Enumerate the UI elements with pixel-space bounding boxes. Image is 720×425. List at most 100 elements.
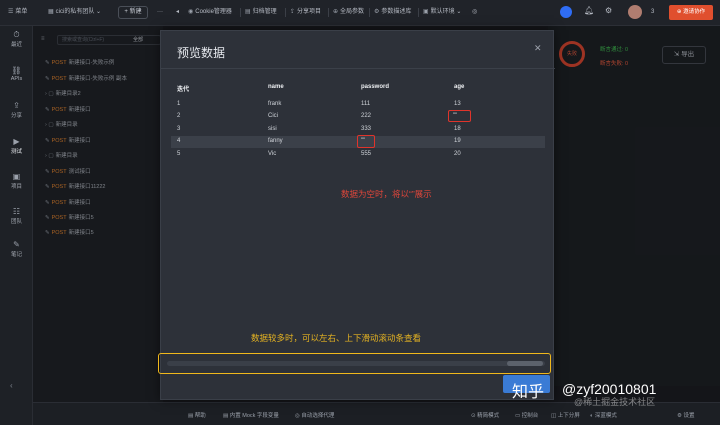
environment-icon: ▣ [423, 9, 429, 15]
nav-apis[interactable]: ⛓ APIs [0, 66, 33, 82]
link-icon: ⛓ [11, 66, 22, 75]
help-link[interactable]: ▤ 帮助 [188, 411, 206, 419]
test-icon: ▶ [13, 137, 20, 146]
table-cell: Cici [268, 113, 278, 119]
scrollbar-thumb[interactable] [507, 361, 543, 366]
nav-test[interactable]: ▶ 测试 [0, 137, 33, 155]
table-cell: 20 [454, 151, 461, 157]
divider [369, 8, 370, 17]
chevron-down-icon: ⌄ [96, 9, 102, 15]
modal-title: 预览数据 [177, 46, 226, 60]
bell-icon[interactable]: 🔔︎ [584, 6, 594, 15]
table-cell: 4 [177, 138, 181, 144]
split-icon: ◫ [551, 413, 557, 419]
table-cell: Vic [268, 151, 277, 157]
table-cell: 3 [177, 126, 181, 132]
archive-icon: ▤ [245, 9, 251, 15]
table-cell: 19 [454, 138, 461, 144]
avatar[interactable] [628, 5, 642, 19]
divider [161, 68, 555, 69]
table-cell: fanny [268, 138, 283, 144]
team-icon: ☷ [12, 207, 21, 216]
table-cell: 18 [454, 126, 461, 132]
compact-mode-toggle[interactable]: ⊙ 精简模式 [471, 411, 499, 419]
nav-left-icon[interactable]: ◂ [176, 8, 179, 17]
nav-param-library[interactable]: ⚙ 参数描述库 [374, 8, 411, 17]
plus-icon: + [124, 9, 128, 15]
table-cell: 1 [177, 101, 181, 107]
help-icon: ▤ [188, 413, 194, 419]
gear-icon: ⚙ [374, 9, 380, 15]
table-cell: 5 [177, 151, 181, 157]
console-toggle[interactable]: ▭ 控制台 [515, 411, 538, 419]
nav-cookie-manager[interactable]: ◉ Cookie管理器 [188, 8, 232, 17]
nav-global-params[interactable]: ⊕ 全局参数 [333, 8, 364, 17]
nav-share[interactable]: ⇪ 分享 [0, 101, 33, 119]
annotation-scroll-hint: 数据较多时，可以左右、上下滑动滚动条查看 [251, 333, 422, 343]
empty-value-highlight [448, 110, 471, 122]
horizontal-scrollbar[interactable] [167, 361, 545, 366]
table-cell: 555 [361, 151, 372, 157]
clock-icon: ⏱ [13, 30, 20, 39]
note-icon: ✎ [13, 240, 20, 249]
nav-project[interactable]: ▣ 项目 [0, 172, 33, 190]
table-cell: 333 [361, 126, 372, 132]
menu-button[interactable]: ☰ 菜单 [8, 8, 27, 17]
cookie-icon: ◉ [188, 9, 194, 15]
menu-icon: ☰ [8, 9, 14, 15]
divider [328, 8, 329, 17]
divider [240, 8, 241, 17]
table-cell: 222 [361, 113, 372, 119]
nav-team[interactable]: ☷ 团队 [0, 207, 33, 225]
split-view-toggle[interactable]: ◫ 上下分屏 [551, 411, 580, 419]
nav-share-project[interactable]: ⇪ 分享项目 [290, 8, 321, 17]
new-button[interactable]: + 新建 [118, 6, 148, 19]
team-icon: ▦ [48, 9, 54, 15]
invite-button[interactable]: ⊕ 邀请协作 [669, 5, 713, 20]
collapse-icon[interactable]: ‹ [10, 381, 13, 390]
table-cell: 111 [361, 101, 371, 107]
divider [285, 8, 286, 17]
sync-icon[interactable] [560, 6, 572, 18]
table-cell: frank [268, 101, 282, 107]
table-cell: sisi [268, 126, 277, 132]
settings-link[interactable]: ⚙ 设置 [677, 411, 694, 419]
dark-mode-toggle[interactable]: ◐ 深蓝模式 [590, 411, 617, 419]
watermark-sub: @稀土掘金技术社区 [574, 397, 656, 407]
empty-value-highlight [357, 135, 375, 148]
share-icon: ⇪ [290, 9, 296, 15]
settings-icon: ⚙ [677, 413, 682, 419]
table-cell: 2 [177, 113, 181, 119]
eye-icon[interactable]: ◎ [472, 8, 477, 17]
member-count: 3 [651, 9, 655, 15]
top-bar: ☰ 菜单 ▦ cici的私有团队 ⌄ + 新建 ··· ◂ ◉ Cookie管理器 ▤… [0, 0, 720, 26]
preview-data-modal: 预览数据 ✕ 迭代 name password age 1 frank 111 … [160, 30, 555, 400]
nav-notes[interactable]: ✎ 笔记 [0, 240, 33, 258]
settings-icon[interactable]: ⚙ [605, 6, 612, 15]
watermark-brand: 知乎 [512, 384, 545, 401]
scrollbar-highlight [158, 353, 551, 374]
auto-proxy-toggle[interactable]: ◎ 自动选择代理 [295, 411, 334, 419]
left-nav: ⏱ 最近 ⛓ APIs ⇪ 分享 ▶ 测试 ▣ 项目 ☷ 团队 ✎ 笔记 ‹ [0, 26, 33, 425]
column-header: age [454, 84, 465, 90]
user-plus-icon: ⊕ [676, 9, 682, 15]
column-header: name [268, 84, 284, 90]
theme-icon: ◐ [590, 413, 594, 419]
console-icon: ▭ [515, 413, 521, 419]
annotation-empty-data: 数据为空时，将以“”展示 [341, 189, 432, 199]
table-cell: 13 [454, 101, 461, 107]
mock-icon: ▤ [223, 413, 229, 419]
globe-icon: ⊕ [333, 9, 339, 15]
close-icon[interactable]: ✕ [534, 43, 542, 54]
nav-default-env[interactable]: ▣ 默认环境 ⌄ [423, 8, 461, 17]
share-icon: ⇪ [13, 101, 20, 110]
mock-variables-link[interactable]: ▤ 内置 Mock 字段变量 [223, 411, 279, 419]
folder-icon: ▣ [12, 172, 21, 181]
compact-icon: ⊙ [471, 413, 476, 419]
nav-archive[interactable]: ▤ 归档管理 [245, 8, 277, 17]
column-header: 迭代 [177, 87, 190, 93]
more-button[interactable]: ··· [157, 8, 163, 17]
nav-recent[interactable]: ⏱ 最近 [0, 30, 33, 48]
team-selector[interactable]: ▦ cici的私有团队 ⌄ [48, 8, 101, 17]
proxy-icon: ◎ [295, 413, 300, 419]
